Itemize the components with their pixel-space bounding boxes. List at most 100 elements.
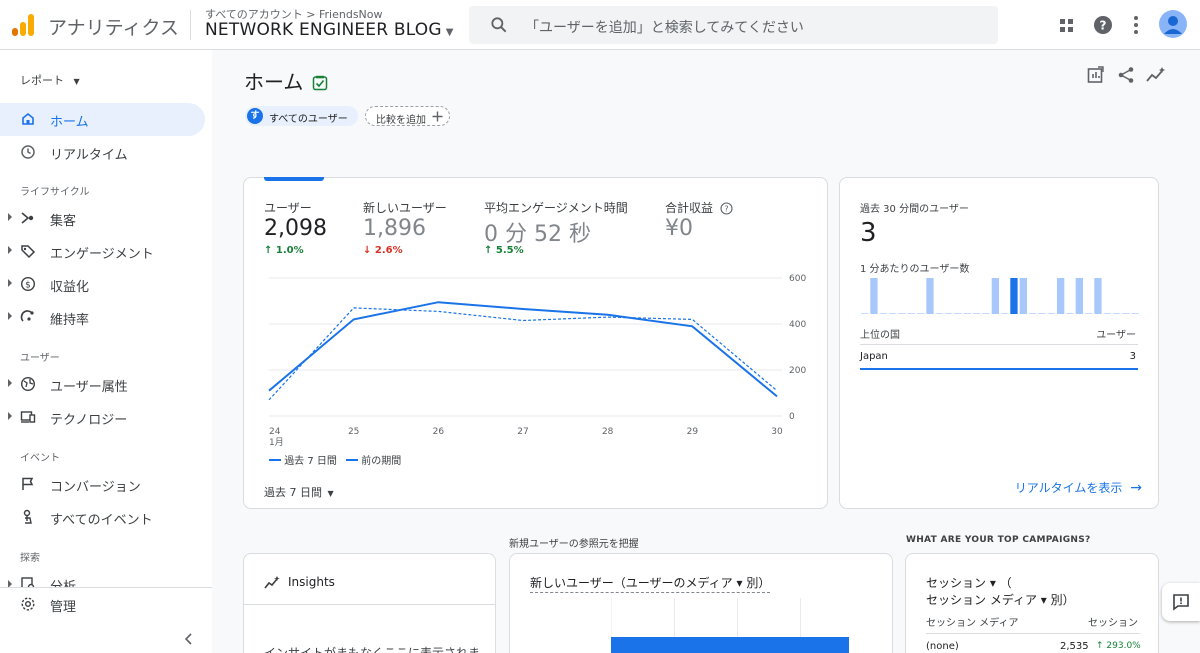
help-icon[interactable]: ? <box>1093 11 1113 39</box>
caret-down-icon: ▼ <box>327 489 334 498</box>
minute-bar <box>982 313 990 314</box>
nav-item-retention[interactable]: 維持率 <box>0 301 205 334</box>
metric-label-new-users[interactable]: 新しいユーザー <box>363 199 447 216</box>
edit-report-icon[interactable] <box>1087 66 1105 84</box>
metric-delta-engagement-time-value: 5.5% <box>495 245 524 256</box>
minute-bar <box>1057 278 1065 314</box>
nav-item-realtime[interactable]: リアルタイム <box>0 136 205 169</box>
minute-bar <box>1047 313 1055 314</box>
metric-label-revenue[interactable]: 合計収益 ? <box>665 199 733 216</box>
event-section-label: イベント <box>20 453 60 464</box>
feedback-button[interactable] <box>1162 583 1200 621</box>
minute-bar <box>1001 313 1009 314</box>
expand-arrow-icon[interactable] <box>8 279 12 287</box>
metric-label-engagement-time[interactable]: 平均エンゲージメント時間 <box>484 199 628 216</box>
overview-card: ユーザー 2,098 ↑ 1.0% 新しいユーザー 1,896 ↓ 2.6% 平… <box>243 177 828 509</box>
insights-icon <box>264 576 280 589</box>
new-users-card-title-text: 新しいユーザー（ユーザーのメディア ▾ 別） <box>530 576 771 593</box>
minute-bar <box>1113 313 1121 314</box>
realtime-title: 過去 30 分間のユーザー <box>860 204 969 215</box>
line-chart[interactable]: 600 400 200 0 24 25 26 27 28 29 30 1月 <box>244 268 829 448</box>
nav-tech-label: テクノロジー <box>50 413 128 428</box>
date-range-dropdown[interactable]: 過去 7 日間 ▼ <box>264 484 334 500</box>
minute-bar <box>917 313 925 314</box>
segment-avatar: す <box>247 108 263 124</box>
metric-label-users[interactable]: ユーザー <box>264 199 312 216</box>
nav-item-home[interactable]: ホーム <box>0 103 205 136</box>
lifecycle-section-label: ライフサイクル <box>20 187 90 198</box>
minute-bar <box>907 313 915 314</box>
per-minute-bar-chart[interactable] <box>860 278 1140 318</box>
share-icon[interactable] <box>1117 66 1135 84</box>
dollar-icon: $ <box>20 276 36 292</box>
reports-dropdown[interactable]: レポート ▼ <box>20 72 80 88</box>
add-comparison-button[interactable]: 比較を追加 <box>365 106 450 126</box>
tag-icon <box>21 245 36 259</box>
legend-swatch-current <box>269 459 281 461</box>
x-month-label: 1月 <box>269 437 284 448</box>
minute-bar <box>879 313 887 314</box>
expand-arrow-icon[interactable] <box>8 379 12 387</box>
per-minute-label: 1 分あたりのユーザー数 <box>860 264 970 275</box>
metric-value-new-users: 1,896 <box>363 216 426 241</box>
minute-bar <box>991 278 999 314</box>
verified-check-icon[interactable] <box>312 75 328 91</box>
account-avatar-icon[interactable] <box>1159 10 1187 38</box>
sessions-card-title-1[interactable]: セッション ▾ （ <box>926 574 1012 591</box>
new-users-card-title[interactable]: 新しいユーザー（ユーザーのメディア ▾ 別） <box>530 574 771 593</box>
nav-item-analysis[interactable]: 分析 <box>0 570 205 588</box>
metric-value-revenue: ¥0 <box>665 216 693 241</box>
minute-bar <box>1075 278 1083 314</box>
svg-text:?: ? <box>1100 19 1107 33</box>
expand-arrow-icon[interactable] <box>8 312 12 320</box>
expand-arrow-icon[interactable] <box>8 246 12 254</box>
left-nav: レポート ▼ ホーム リアルタイム ライフサイクル 集客 エンゲージメント $ … <box>0 50 212 653</box>
help-outline-icon[interactable]: ? <box>720 202 733 215</box>
nav-item-all-events[interactable]: すべてのイベント <box>0 501 205 534</box>
bar-none[interactable] <box>611 637 849 653</box>
nav-item-admin[interactable]: 管理 <box>0 588 205 621</box>
minute-bar <box>861 313 869 314</box>
realtime-value: 3 <box>860 218 877 248</box>
svg-text:?: ? <box>724 205 728 214</box>
expand-arrow-icon[interactable] <box>8 213 12 221</box>
date-range-label: 過去 7 日間 <box>264 486 322 499</box>
nav-user-attributes-label: ユーザー属性 <box>50 380 128 395</box>
legend-current-label: 過去 7 日間 <box>284 456 337 467</box>
explore-section-label: 探索 <box>20 553 40 564</box>
country-value: 3 <box>1129 351 1136 362</box>
property-selector[interactable]: NETWORK ENGINEER BLOG ▼ <box>205 20 454 40</box>
legend-swatch-previous <box>346 459 359 461</box>
metric-delta-engagement-time: ↑ 5.5% <box>484 245 524 256</box>
campaigns-card: セッション ▾ （ セッション メディア ▾ 別） セッション メディア セッシ… <box>905 553 1159 653</box>
view-realtime-link[interactable]: リアルタイムを表示 → <box>1015 479 1142 496</box>
collapse-nav-icon[interactable] <box>183 632 195 646</box>
nav-acquisition-label: 集客 <box>50 214 77 229</box>
nav-item-tech[interactable]: テクノロジー <box>0 401 205 434</box>
minute-bar <box>870 278 878 314</box>
sessions-card-title-2[interactable]: セッション メディア ▾ 別） <box>926 591 1075 608</box>
arrow-right-icon: → <box>1130 480 1142 496</box>
search-box[interactable]: 「ユーザーを追加」と検索してみてください <box>469 6 998 44</box>
insights-text: インサイトがまもなくここに表示されま <box>264 646 481 653</box>
apps-grid-icon[interactable] <box>1058 11 1076 39</box>
y-tick-label: 200 <box>789 366 806 376</box>
analytics-logo[interactable] <box>12 14 34 36</box>
minute-bar <box>1029 313 1037 314</box>
grid-line <box>674 598 675 638</box>
expand-arrow-icon[interactable] <box>8 412 12 420</box>
nav-item-user-attributes[interactable]: ユーザー属性 <box>0 368 205 401</box>
reports-label: レポート <box>20 74 64 87</box>
nav-item-monetization[interactable]: $ 収益化 <box>0 268 205 301</box>
table-divider <box>860 344 1138 345</box>
x-tick-label: 25 <box>348 427 359 437</box>
y-tick-label: 400 <box>789 320 806 330</box>
nav-item-acquisition[interactable]: 集客 <box>0 202 205 235</box>
segment-chip-all-users[interactable]: す すべてのユーザー <box>245 106 358 126</box>
minute-bar <box>1038 313 1046 314</box>
nav-item-engagement[interactable]: エンゲージメント <box>0 235 205 268</box>
insights-sparkle-icon[interactable] <box>1146 66 1166 84</box>
more-vert-icon[interactable] <box>1128 11 1144 39</box>
nav-item-conversions[interactable]: コンバージョン <box>0 468 205 501</box>
x-tick-label: 27 <box>517 427 528 437</box>
